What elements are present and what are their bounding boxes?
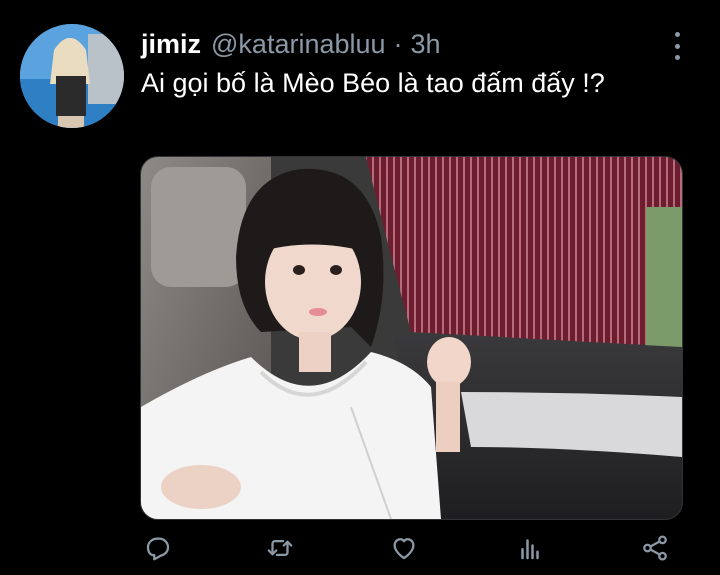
analytics-button[interactable] bbox=[512, 530, 548, 566]
retweet-icon bbox=[267, 540, 293, 556]
photo-car-selfie bbox=[141, 157, 682, 519]
share-icon bbox=[643, 535, 667, 561]
more-dot bbox=[674, 43, 680, 49]
timestamp[interactable]: 3h bbox=[411, 28, 441, 60]
reply-icon bbox=[146, 537, 170, 561]
avatar-image bbox=[20, 24, 124, 128]
separator-dot: · bbox=[393, 29, 403, 59]
tweet-header: jimiz @katarinabluu · 3h bbox=[141, 28, 441, 60]
more-options-icon[interactable] bbox=[667, 32, 687, 60]
like-icon bbox=[393, 538, 415, 560]
display-name[interactable]: jimiz bbox=[141, 28, 201, 60]
tweet-media-image[interactable] bbox=[140, 156, 683, 520]
like-button[interactable] bbox=[386, 530, 422, 566]
share-button[interactable] bbox=[637, 530, 673, 566]
user-handle[interactable]: @katarinabluu bbox=[211, 28, 386, 60]
retweet-button[interactable] bbox=[262, 530, 298, 566]
more-dot bbox=[674, 55, 680, 60]
more-dot bbox=[674, 32, 680, 37]
tweet-action-bar bbox=[140, 530, 685, 570]
reply-button[interactable] bbox=[140, 530, 176, 566]
analytics-icon bbox=[521, 539, 539, 560]
tweet-text: Ai gọi bố là Mèo Béo là tao đấm đấy !? bbox=[141, 68, 605, 98]
avatar[interactable] bbox=[20, 24, 124, 128]
